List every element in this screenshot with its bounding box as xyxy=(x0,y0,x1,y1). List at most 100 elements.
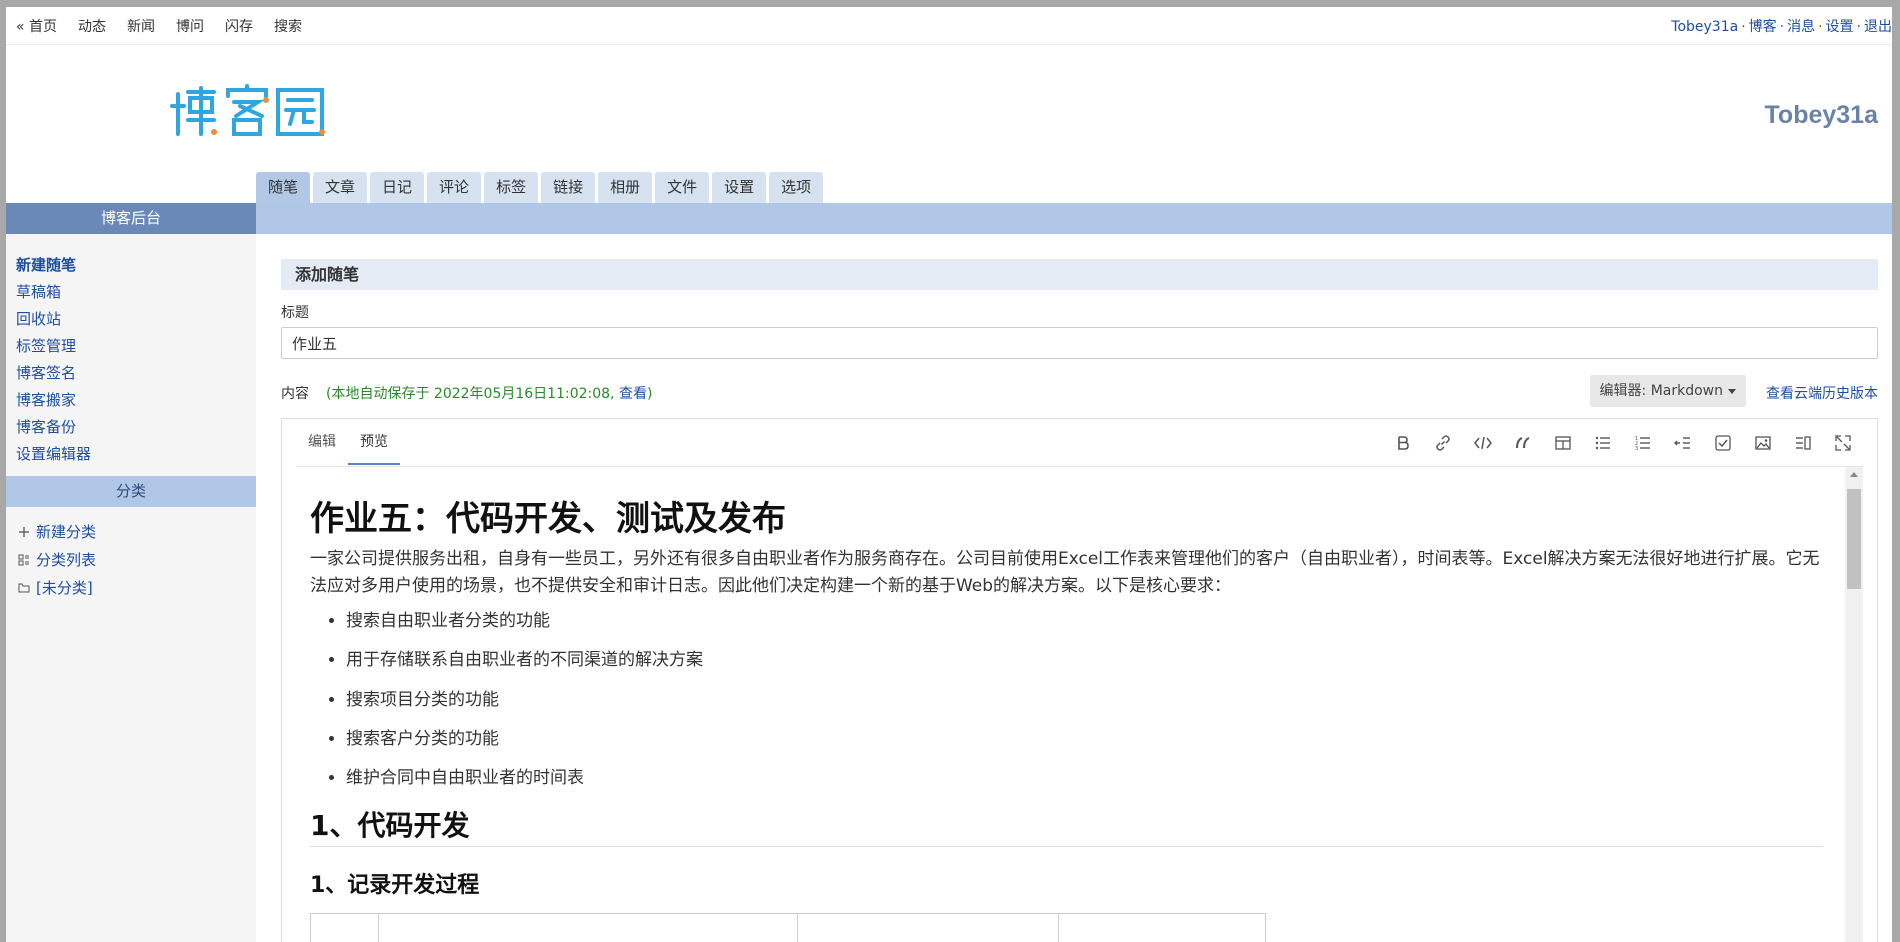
table-icon[interactable] xyxy=(1543,431,1583,455)
chevron-down-icon xyxy=(1728,388,1736,394)
user-links: Tobey31a · 博客 · 消息 · 设置 · 退出 xyxy=(1671,16,1892,36)
bullet-list-icon[interactable] xyxy=(1583,431,1623,455)
tab-preview[interactable]: 预览 xyxy=(348,419,400,465)
plus-icon xyxy=(18,526,30,538)
nav-search[interactable]: 搜索 xyxy=(274,16,302,36)
tab-files[interactable]: 文件 xyxy=(655,172,710,203)
messages-link[interactable]: 消息 xyxy=(1787,19,1815,35)
preview-scrollbar[interactable] xyxy=(1845,467,1863,942)
nav-news[interactable]: 新闻 xyxy=(127,16,155,36)
autosave-close: ) xyxy=(646,386,653,402)
tab-strip xyxy=(256,203,1892,234)
list-item: 维护合同中自由职业者的时间表 xyxy=(346,765,1823,792)
checkbox-icon[interactable] xyxy=(1703,431,1743,455)
table-col-divider xyxy=(378,914,379,942)
top-bar: « 首页 动态 新闻 博问 闪存 搜索 Tobey31a · 博客 · 消息 · 设置 · 退出 xyxy=(6,7,1892,45)
table-col-divider xyxy=(1058,914,1059,942)
nav-feed[interactable]: 动态 xyxy=(78,16,106,36)
category-new-label[interactable]: 新建分类 xyxy=(36,521,96,542)
title-label: 标题 xyxy=(281,305,309,321)
main-tabs: 随笔 文章 日记 评论 标签 链接 相册 文件 设置 选项 xyxy=(256,172,824,203)
category-new[interactable]: 新建分类 xyxy=(18,521,256,542)
tab-diary[interactable]: 日记 xyxy=(370,172,425,203)
bold-icon[interactable] xyxy=(1383,431,1423,455)
svg-text:3: 3 xyxy=(1635,446,1638,452)
scrollbar-thumb[interactable] xyxy=(1847,489,1861,589)
cloud-history-link[interactable]: 查看云端历史版本 xyxy=(1766,383,1878,403)
section-title: 添加随笔 xyxy=(281,259,1878,290)
category-list-link[interactable]: 分类列表 xyxy=(18,549,256,570)
content-row: 内容 (本地自动保存于 2022年05月16日11:02:08, 查看) 编辑器… xyxy=(281,375,1878,407)
sidebar-item-migrate[interactable]: 博客搬家 xyxy=(16,389,256,410)
tab-essays[interactable]: 随笔 xyxy=(256,172,311,203)
scroll-up-arrow-icon[interactable] xyxy=(1850,472,1858,477)
blog-link[interactable]: 博客 xyxy=(1749,19,1777,35)
markdown-editor: 编辑 预览 123 作业五：代码开发、测试及发布 一家公司提供服务出租，自身有一… xyxy=(281,418,1878,942)
numbered-list-icon[interactable]: 123 xyxy=(1623,431,1663,455)
preview-bullet-list: 搜索自由职业者分类的功能 用于存储联系自由职业者的不同渠道的解决方案 搜索项目分… xyxy=(346,608,1823,792)
table-col-divider xyxy=(1265,914,1266,942)
logout-link[interactable]: 退出 xyxy=(1864,19,1892,35)
separator: · xyxy=(1818,19,1823,35)
nav-questions[interactable]: 博问 xyxy=(176,16,204,36)
list-item: 搜索自由职业者分类的功能 xyxy=(346,608,1823,635)
blog-name[interactable]: Tobey31a xyxy=(1765,101,1878,130)
sidebar-item-trash[interactable]: 回收站 xyxy=(16,308,256,329)
sidebar: 博客后台 新建随笔 草稿箱 回收站 标签管理 博客签名 博客搬家 博客备份 设置… xyxy=(6,203,256,942)
indent-icon[interactable] xyxy=(1663,431,1703,455)
sidebar-item-tag-manage[interactable]: 标签管理 xyxy=(16,335,256,356)
cnblogs-logo[interactable] xyxy=(170,84,330,139)
markdown-preview[interactable]: 作业五：代码开发、测试及发布 一家公司提供服务出租，自身有一些员工，另外还有很多… xyxy=(296,467,1863,942)
tab-settings[interactable]: 设置 xyxy=(712,172,767,203)
split-view-icon[interactable] xyxy=(1783,431,1823,455)
page: « 首页 动态 新闻 博问 闪存 搜索 Tobey31a · 博客 · 消息 · 设置 · 退出 xyxy=(6,7,1892,942)
tab-options[interactable]: 选项 xyxy=(769,172,824,203)
preview-table xyxy=(310,913,1266,942)
sidebar-item-backup[interactable]: 博客备份 xyxy=(16,416,256,437)
autosave-view-link[interactable]: 查看 xyxy=(619,386,647,402)
separator: · xyxy=(1856,19,1861,35)
editor-select[interactable]: 编辑器: Markdown xyxy=(1589,375,1746,407)
content-label: 内容 xyxy=(281,386,309,402)
folder-icon xyxy=(18,582,30,594)
sidebar-item-editor-settings[interactable]: 设置编辑器 xyxy=(16,443,256,464)
tab-edit[interactable]: 编辑 xyxy=(296,419,348,465)
preview-intro: 一家公司提供服务出租，自身有一些员工，另外还有很多自由职业者作为服务商存在。公司… xyxy=(310,548,1820,596)
code-icon[interactable] xyxy=(1463,431,1503,455)
quote-icon[interactable] xyxy=(1503,431,1543,455)
link-icon[interactable] xyxy=(1423,431,1463,455)
category-uncategorized[interactable]: [未分类] xyxy=(18,577,256,598)
sidebar-header: 博客后台 xyxy=(6,203,256,234)
top-nav: « 首页 动态 新闻 博问 闪存 搜索 xyxy=(16,16,323,36)
separator: · xyxy=(1779,19,1785,35)
tab-albums[interactable]: 相册 xyxy=(598,172,653,203)
preview-h3: 1、记录开发过程 xyxy=(310,873,480,899)
title-input[interactable] xyxy=(281,327,1878,359)
category-list-label[interactable]: 分类列表 xyxy=(36,549,96,570)
category-list: 新建分类 分类列表 [未分类] xyxy=(6,507,256,598)
tab-comments[interactable]: 评论 xyxy=(427,172,482,203)
editor-select-value: 编辑器: Markdown xyxy=(1599,383,1723,399)
editor-tabs: 编辑 预览 xyxy=(296,419,400,465)
settings-link[interactable]: 设置 xyxy=(1826,19,1854,35)
image-icon[interactable] xyxy=(1743,431,1783,455)
preview-h2: 1、代码开发 xyxy=(310,804,1823,848)
nav-flash[interactable]: 闪存 xyxy=(225,16,253,36)
tab-links[interactable]: 链接 xyxy=(541,172,596,203)
separator: · xyxy=(1741,19,1746,35)
category-uncategorized-label[interactable]: [未分类] xyxy=(36,577,93,598)
sidebar-item-signature[interactable]: 博客签名 xyxy=(16,362,256,383)
sidebar-item-drafts[interactable]: 草稿箱 xyxy=(16,281,256,302)
tab-tags[interactable]: 标签 xyxy=(484,172,539,203)
sidebar-item-new-post[interactable]: 新建随笔 xyxy=(16,254,256,275)
editor-tools: 123 xyxy=(1383,431,1863,455)
list-icon xyxy=(18,554,30,566)
main-content: 添加随笔 标题 内容 (本地自动保存于 2022年05月16日11:02:08,… xyxy=(281,259,1878,942)
nav-home[interactable]: « 首页 xyxy=(16,16,57,36)
autosave-text: (本地自动保存于 2022年05月16日11:02:08, xyxy=(326,386,615,402)
fullscreen-icon[interactable] xyxy=(1823,431,1863,455)
tab-articles[interactable]: 文章 xyxy=(313,172,368,203)
list-item: 搜索客户分类的功能 xyxy=(346,726,1823,753)
list-item: 搜索项目分类的功能 xyxy=(346,687,1823,714)
user-name-link[interactable]: Tobey31a xyxy=(1671,19,1738,35)
